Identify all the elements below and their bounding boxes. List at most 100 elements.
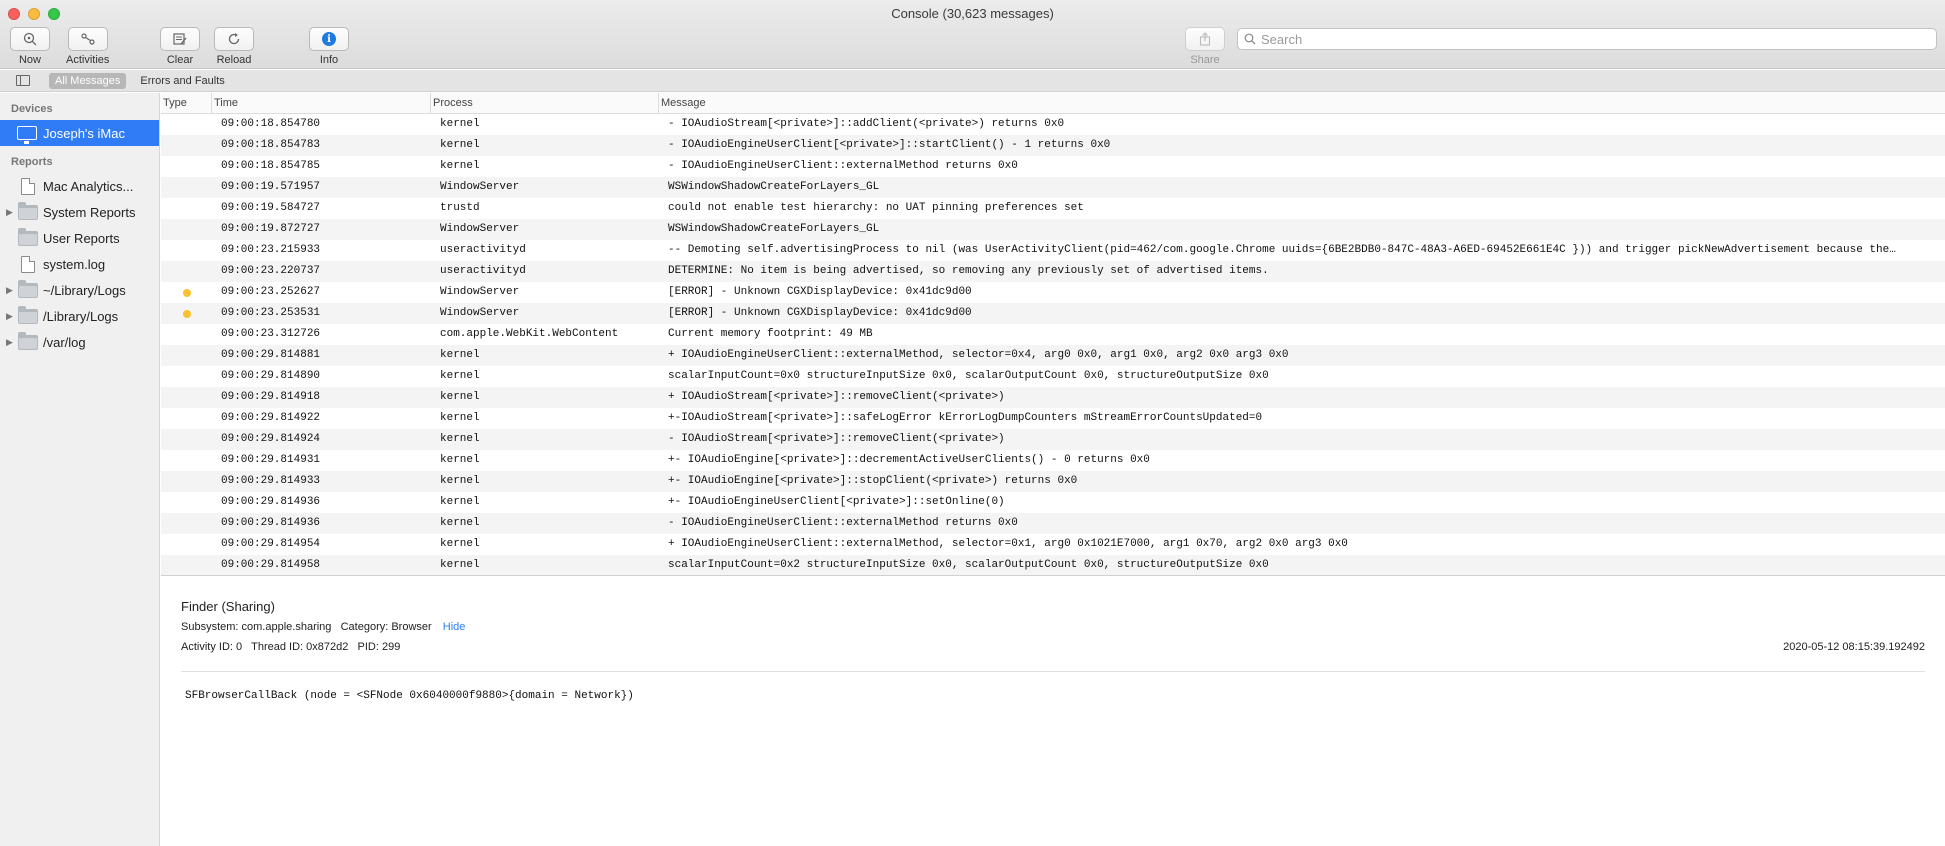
column-process[interactable]: Process [430, 93, 658, 114]
cell-process: WindowServer [440, 307, 520, 319]
cell-message: [ERROR] - Unknown CGXDisplayDevice: 0x41… [668, 307, 972, 319]
computer-icon [17, 126, 37, 144]
cell-message: +- IOAudioEngine[<private>]::decrementAc… [668, 454, 1150, 466]
tab-errors-and-faults[interactable]: Errors and Faults [134, 73, 230, 89]
table-row[interactable]: 09:00:19.571957 WindowServer WSWindowShado… [161, 177, 1945, 198]
cell-message: scalarInputCount=0x2 structureInputSize … [668, 559, 1269, 571]
table-row[interactable]: 09:00:29.814958 kernel scalarInputCount=0… [161, 555, 1945, 575]
table-row[interactable]: 09:00:29.814890 kernel scalarInputCount=0… [161, 366, 1945, 387]
cell-time: 09:00:19.571957 [221, 181, 321, 193]
sidebar-item-report[interactable]: ▶ /var/log [0, 329, 159, 355]
folder-icon [18, 279, 38, 298]
sidebar-item-label: User Reports [43, 230, 120, 246]
table-row[interactable]: 09:00:23.252627 WindowServer [ERROR] - Unk… [161, 282, 1945, 303]
message-list[interactable]: 09:00:18.854780 kernel - IOAudioStream[<pr… [161, 114, 1945, 575]
cell-process: kernel [440, 475, 480, 487]
document-icon [21, 255, 35, 273]
table-row[interactable]: 09:00:18.854785 kernel - IOAudioEngineUser… [161, 156, 1945, 177]
cell-time: 09:00:29.814931 [221, 454, 321, 466]
cell-message: DETERMINE: No item is being advertised, … [668, 265, 1269, 277]
disclosure-triangle-icon[interactable]: ▶ [6, 285, 13, 296]
sidebar-item-device[interactable]: Joseph's iMac [0, 120, 159, 146]
cell-message: - IOAudioEngineUserClient::externalMetho… [668, 517, 1018, 529]
cell-time: 09:00:23.252627 [221, 286, 321, 298]
disclosure-triangle-icon[interactable]: ▶ [6, 207, 13, 218]
cell-message: +- IOAudioEngine[<private>]::stopClient(… [668, 475, 1078, 487]
cell-message: - IOAudioEngineUserClient[<private>]::st… [668, 139, 1111, 151]
cell-time: 09:00:19.584727 [221, 202, 321, 214]
disclosure-triangle-icon[interactable]: ▶ [6, 337, 13, 348]
search-input[interactable] [1261, 31, 1901, 47]
cell-process: useractivityd [440, 265, 526, 277]
table-row[interactable]: 09:00:29.814931 kernel +- IOAudioEngine[<p… [161, 450, 1945, 471]
table-row[interactable]: 09:00:23.253531 WindowServer [ERROR] - Unk… [161, 303, 1945, 324]
activities-button[interactable]: Activities [66, 27, 109, 66]
table-row[interactable]: 09:00:18.854780 kernel - IOAudioStream[<pr… [161, 114, 1945, 135]
cell-time: 09:00:18.854785 [221, 160, 321, 172]
table-row[interactable]: 09:00:29.814936 kernel - IOAudioEngineUser… [161, 513, 1945, 534]
devices-header: Devices [11, 103, 53, 115]
filter-bar: All Messages Errors and Faults [0, 70, 1945, 92]
window-title: Console (30,623 messages) [891, 6, 1054, 21]
cell-process: kernel [440, 118, 480, 130]
detail-subsystem-line: Subsystem: com.apple.sharing Category: B… [181, 621, 465, 633]
cell-time: 09:00:18.854780 [221, 118, 321, 130]
cell-message: +-IOAudioStream[<private>]::safeLogError… [668, 412, 1263, 424]
sidebar-toggle-icon[interactable] [16, 75, 30, 86]
sidebar-item-report[interactable]: User Reports [0, 225, 159, 251]
table-row[interactable]: 09:00:19.584727 trustd could not enable te… [161, 198, 1945, 219]
sidebar-item-report[interactable]: ▶ /Library/Logs [0, 303, 159, 329]
column-type[interactable]: Type [161, 93, 211, 114]
cell-time: 09:00:18.854783 [221, 139, 321, 151]
cell-time: 09:00:29.814881 [221, 349, 321, 361]
table-row[interactable]: 09:00:29.814881 kernel + IOAudioEngineUser… [161, 345, 1945, 366]
table-row[interactable]: 09:00:29.814924 kernel - IOAudioStream[<pr… [161, 429, 1945, 450]
reports-list: Mac Analytics... ▶ System Reports User Repo… [0, 173, 159, 355]
table-row[interactable]: 09:00:19.872727 WindowServer WSWindowShado… [161, 219, 1945, 240]
table-row[interactable]: 09:00:29.814922 kernel +-IOAudioStream[<pr… [161, 408, 1945, 429]
column-time[interactable]: Time [211, 93, 430, 114]
cell-message: could not enable test hierarchy: no UAT … [668, 202, 1084, 214]
cell-message: Current memory footprint: 49 MB [668, 328, 873, 340]
reload-button[interactable]: Reload [214, 27, 254, 66]
table-row[interactable]: 09:00:23.312726 com.apple.WebKit.WebConte… [161, 324, 1945, 345]
sidebar-item-report[interactable]: Mac Analytics... [0, 173, 159, 199]
document-icon [21, 177, 35, 195]
tab-all-messages[interactable]: All Messages [49, 72, 127, 89]
hide-link[interactable]: Hide [443, 621, 466, 633]
detail-timestamp: 2020-05-12 08:15:39.192492 [1783, 641, 1925, 653]
sidebar-item-report[interactable]: ▶ ~/Library/Logs [0, 277, 159, 303]
cell-time: 09:00:29.814933 [221, 475, 321, 487]
reports-header: Reports [11, 156, 53, 168]
now-button[interactable]: Now [10, 27, 50, 66]
detail-pid: PID: 299 [357, 641, 401, 653]
sidebar-item-label: ~/Library/Logs [43, 282, 126, 298]
clear-button[interactable]: Clear [160, 27, 200, 66]
detail-thread-id: Thread ID: 0x872d2 [251, 641, 349, 653]
cell-message: WSWindowShadowCreateForLayers_GL [668, 181, 880, 193]
cell-time: 09:00:23.312726 [221, 328, 321, 340]
info-button[interactable]: i Info [309, 27, 349, 66]
table-row[interactable]: 09:00:29.814933 kernel +- IOAudioEngine[<p… [161, 471, 1945, 492]
share-button[interactable]: Share [1185, 27, 1225, 66]
cell-message: +- IOAudioEngineUserClient[<private>]::s… [668, 496, 1005, 508]
table-row[interactable]: 09:00:29.814918 kernel + IOAudioStream[<pr… [161, 387, 1945, 408]
table-row[interactable]: 09:00:29.814936 kernel +- IOAudioEngineUse… [161, 492, 1945, 513]
disclosure-triangle-icon[interactable]: ▶ [6, 311, 13, 322]
cell-process: kernel [440, 391, 480, 403]
cell-time: 09:00:23.220737 [221, 265, 321, 277]
table-row[interactable]: 09:00:23.215933 useractivityd -- Demoting … [161, 240, 1945, 261]
column-message[interactable]: Message [658, 93, 1945, 114]
sidebar-item-report[interactable]: system.log [0, 251, 159, 277]
sidebar-item-report[interactable]: ▶ System Reports [0, 199, 159, 225]
table-row[interactable]: 09:00:18.854783 kernel - IOAudioEngineUser… [161, 135, 1945, 156]
reload-label: Reload [216, 54, 252, 66]
search-icon [1244, 33, 1256, 45]
sidebar-item-label: /Library/Logs [43, 308, 119, 324]
cell-time: 09:00:29.814924 [221, 433, 321, 445]
search-field[interactable] [1237, 28, 1937, 50]
sidebar-item-label: System Reports [43, 204, 136, 220]
table-row[interactable]: 09:00:23.220737 useractivityd DETERMINE: N… [161, 261, 1945, 282]
share-icon [1199, 32, 1211, 46]
table-row[interactable]: 09:00:29.814954 kernel + IOAudioEngineUser… [161, 534, 1945, 555]
